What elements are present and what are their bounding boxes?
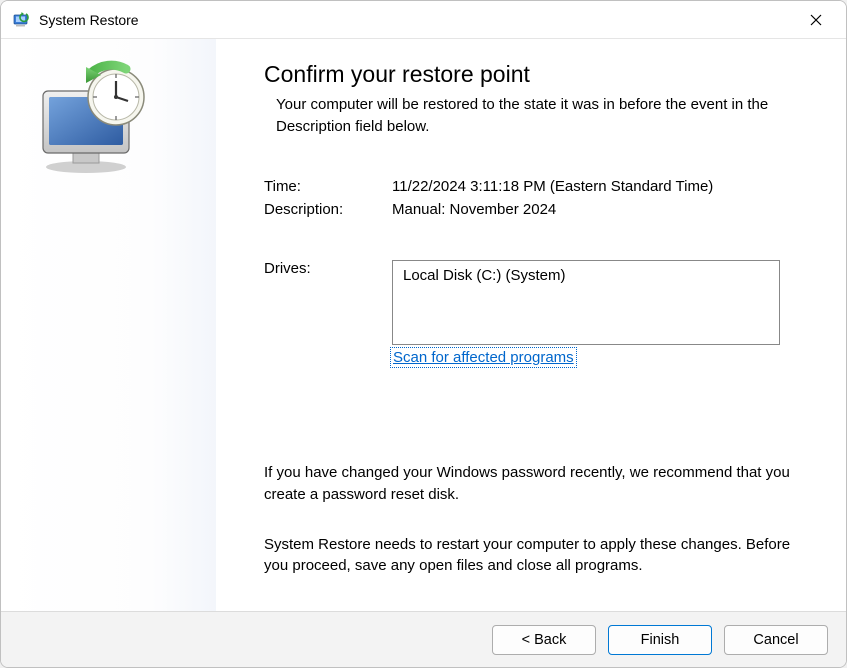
scan-affected-programs-link[interactable]: Scan for affected programs <box>392 349 575 366</box>
cancel-button[interactable]: Cancel <box>724 625 828 655</box>
restart-warning: System Restore needs to restart your com… <box>264 534 796 578</box>
time-value: 11/22/2024 3:11:18 PM (Eastern Standard … <box>392 178 796 195</box>
content-area: Confirm your restore point Your computer… <box>1 39 846 611</box>
system-restore-large-icon <box>31 59 151 179</box>
page-subheading: Your computer will be restored to the st… <box>264 94 796 138</box>
titlebar: System Restore <box>1 1 846 39</box>
finish-button[interactable]: Finish <box>608 625 712 655</box>
system-restore-icon <box>13 11 31 29</box>
close-button[interactable] <box>794 5 838 35</box>
drives-listbox[interactable]: Local Disk (C:) (System) <box>392 260 780 345</box>
drive-item: Local Disk (C:) (System) <box>403 267 769 284</box>
time-row: Time: 11/22/2024 3:11:18 PM (Eastern Sta… <box>264 178 796 195</box>
scan-link-row: Scan for affected programs <box>264 349 796 366</box>
drives-row: Drives: Local Disk (C:) (System) <box>264 260 796 345</box>
main-panel: Confirm your restore point Your computer… <box>216 39 846 611</box>
description-row: Description: Manual: November 2024 <box>264 201 796 218</box>
drives-label: Drives: <box>264 260 392 345</box>
time-label: Time: <box>264 178 392 195</box>
wizard-footer: < Back Finish Cancel <box>1 611 846 667</box>
close-icon <box>810 14 822 26</box>
password-note: If you have changed your Windows passwor… <box>264 462 796 506</box>
system-restore-window: System Restore <box>0 0 847 668</box>
window-title: System Restore <box>39 12 794 28</box>
back-button[interactable]: < Back <box>492 625 596 655</box>
sidebar <box>1 39 216 611</box>
page-heading: Confirm your restore point <box>264 61 796 88</box>
description-value: Manual: November 2024 <box>392 201 796 218</box>
description-label: Description: <box>264 201 392 218</box>
